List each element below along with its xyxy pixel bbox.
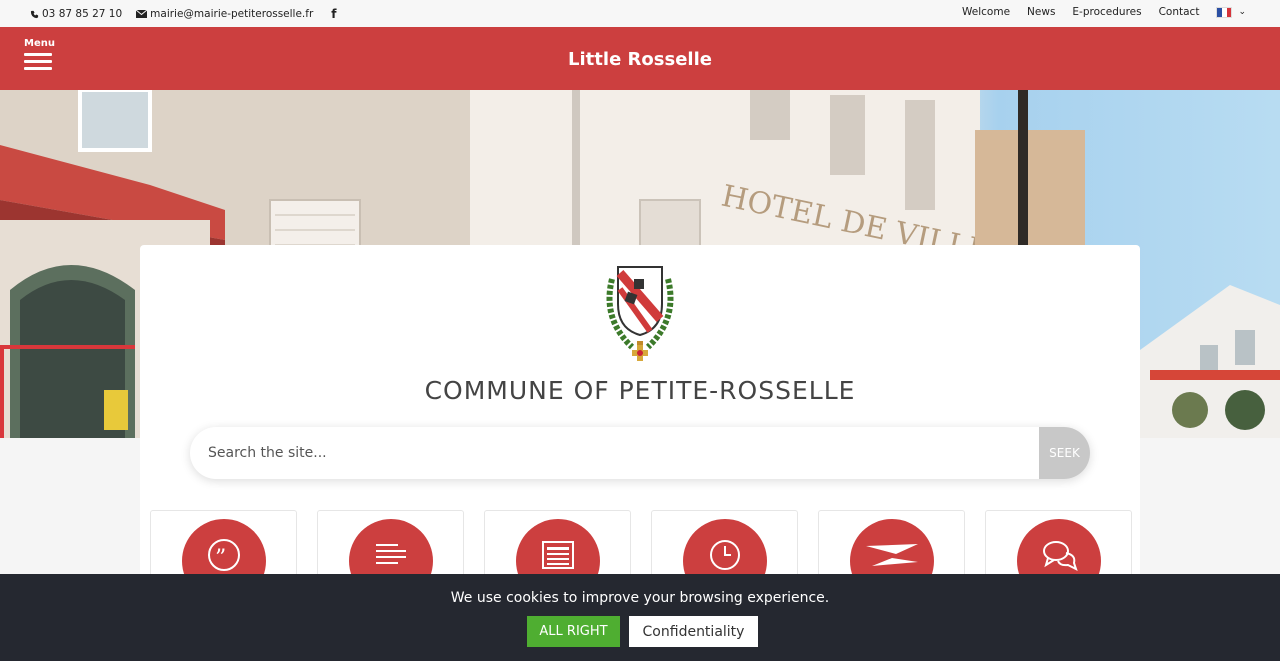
post-icon bbox=[866, 544, 918, 566]
phone-icon bbox=[30, 10, 39, 19]
language-selector[interactable]: ⌄ bbox=[1216, 6, 1246, 18]
facebook-icon[interactable]: f bbox=[331, 7, 336, 21]
nav-contact[interactable]: Contact bbox=[1159, 6, 1200, 18]
search-bar: SEEK bbox=[190, 427, 1090, 479]
flag-fr-icon bbox=[1216, 6, 1233, 18]
envelope-icon bbox=[136, 10, 148, 18]
quote-icon: ” bbox=[208, 539, 240, 571]
clock-icon bbox=[710, 540, 740, 570]
menu-label: Menu bbox=[24, 38, 55, 49]
nav-news[interactable]: News bbox=[1027, 6, 1055, 18]
svg-text:”: ” bbox=[215, 546, 226, 571]
privacy-button[interactable]: Confidentiality bbox=[629, 616, 758, 647]
chevron-down-icon: ⌄ bbox=[1238, 7, 1246, 17]
commune-title: COMMUNE OF PETITE-ROSSELLE bbox=[424, 376, 856, 405]
search-input[interactable] bbox=[190, 427, 1039, 479]
accept-cookies-button[interactable]: ALL RIGHT bbox=[527, 616, 620, 647]
text-lines-icon bbox=[376, 544, 406, 564]
top-nav: Welcome News E-procedures Contact ⌄ bbox=[962, 6, 1246, 18]
email-address: mairie@mairie-petiterosselle.fr bbox=[150, 8, 314, 20]
site-title[interactable]: Little Rosselle bbox=[0, 49, 1280, 70]
contact-info: 03 87 85 27 10 mairie@mairie-petiterosse… bbox=[30, 7, 337, 21]
top-bar: 03 87 85 27 10 mairie@mairie-petiterosse… bbox=[0, 0, 1280, 27]
coat-of-arms-icon bbox=[606, 266, 674, 361]
phone-link[interactable]: 03 87 85 27 10 bbox=[30, 8, 122, 20]
nav-e-procedures[interactable]: E-procedures bbox=[1072, 6, 1141, 18]
seek-button[interactable]: SEEK bbox=[1039, 427, 1090, 479]
cookie-buttons: ALL RIGHT Confidentiality bbox=[527, 616, 758, 647]
email-link[interactable]: mairie@mairie-petiterosselle.fr bbox=[136, 8, 313, 20]
cookie-message: We use cookies to improve your browsing … bbox=[450, 590, 830, 606]
chat-bubbles-icon bbox=[1043, 541, 1078, 571]
nav-welcome[interactable]: Welcome bbox=[962, 6, 1010, 18]
cookie-banner: We use cookies to improve your browsing … bbox=[0, 574, 1280, 661]
site-header: Menu Little Rosselle bbox=[0, 27, 1280, 90]
phone-number: 03 87 85 27 10 bbox=[42, 8, 123, 20]
newspaper-icon bbox=[542, 541, 574, 569]
